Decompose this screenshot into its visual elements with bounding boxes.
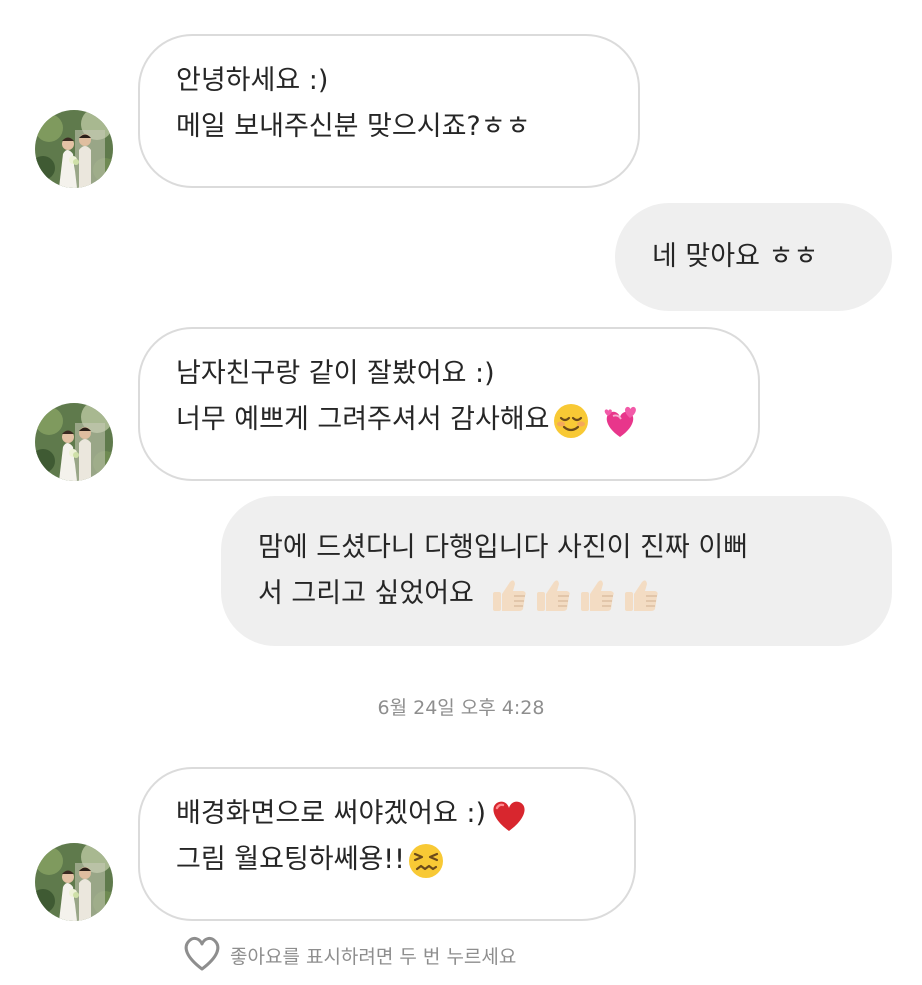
- message-timestamp: 6월 24일 오후 4:28: [377, 697, 545, 719]
- thumbs-up-emoji: [578, 576, 618, 614]
- incoming-message-bubble[interactable]: 안녕하세요 :) 메일 보내주신분 맞으시죠?ㅎㅎ: [138, 34, 640, 188]
- sender-avatar[interactable]: [35, 403, 113, 481]
- incoming-message-bubble[interactable]: 남자친구랑 같이 잘봤어요 :) 너무 예쁘게 그려주셔서 감사해요: [138, 327, 760, 481]
- message-line: 맘에 드셨다니 다행입니다 사진이 진짜 이뻐: [258, 532, 749, 563]
- thumbs-up-emoji: [490, 576, 530, 614]
- relieved-face-emoji: [552, 402, 590, 440]
- confounded-face-emoji: [407, 842, 445, 880]
- like-hint: 좋아요를 표시하려면 두 번 누르세요: [180, 935, 516, 975]
- message-line: 배경화면으로 써야겠어요 :): [176, 798, 487, 829]
- message-line: 네 맞아요 ㅎㅎ: [652, 241, 819, 272]
- sender-avatar[interactable]: [35, 110, 113, 188]
- message-line: 서 그리고 싶었어요: [258, 578, 474, 609]
- message-line: 메일 보내주신분 맞으시죠?ㅎㅎ: [176, 111, 531, 142]
- message-line: 그림 월요팅하쎄용!!: [176, 844, 405, 875]
- message-line: 너무 예쁘게 그려주셔서 감사해요: [176, 404, 550, 435]
- red-heart-emoji: [488, 796, 530, 834]
- sender-avatar[interactable]: [35, 843, 113, 921]
- message-line: 안녕하세요 :): [176, 65, 329, 96]
- heart-outline-icon[interactable]: [180, 933, 224, 978]
- outgoing-message-bubble[interactable]: 맘에 드셨다니 다행입니다 사진이 진짜 이뻐 서 그리고 싶었어요: [221, 496, 892, 646]
- revolving-hearts-emoji: [600, 402, 640, 440]
- thumbs-up-emoji: [622, 576, 662, 614]
- message-line: 남자친구랑 같이 잘봤어요 :): [176, 358, 495, 389]
- outgoing-message-bubble[interactable]: 네 맞아요 ㅎㅎ: [615, 203, 892, 311]
- like-hint-text: 좋아요를 표시하려면 두 번 누르세요: [230, 945, 517, 968]
- thumbs-up-emoji: [534, 576, 574, 614]
- incoming-message-bubble[interactable]: 배경화면으로 써야겠어요 :) 그림 월요팅하쎄용!!: [138, 767, 636, 921]
